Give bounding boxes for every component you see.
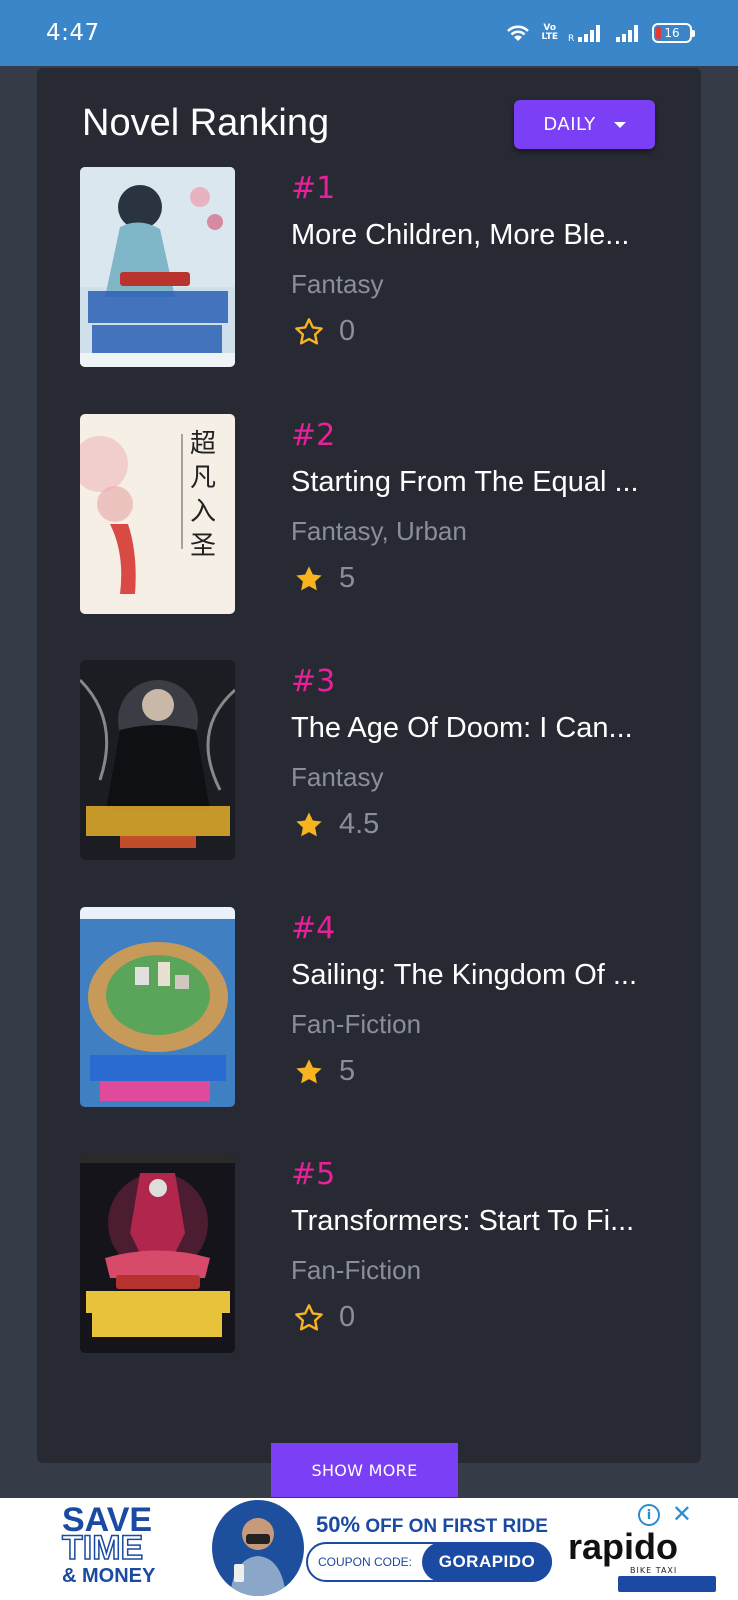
- ad-headline: SAVE TIME & MONEY: [61, 1503, 156, 1590]
- show-more-button[interactable]: SHOW MORE: [271, 1443, 458, 1497]
- battery-icon: 16: [652, 23, 695, 43]
- ad-coupon: COUPON CODE: GORAPIDO: [306, 1542, 552, 1582]
- ad-offer-text: OFF ON FIRST RIDE: [365, 1516, 548, 1537]
- novel-rank: #5: [291, 1157, 336, 1192]
- star-filled-icon: [296, 1058, 322, 1083]
- novel-rank: #2: [291, 418, 336, 453]
- svg-text:超: 超: [190, 429, 216, 459]
- svg-text:入: 入: [190, 497, 216, 527]
- rating-row: 0: [293, 315, 355, 348]
- novel-item[interactable]: #1 More Children, More Ble... Fantasy 0: [80, 167, 660, 367]
- novel-rating: 5: [339, 562, 356, 594]
- novel-item[interactable]: #3 The Age Of Doom: I Can... Fantasy 4.5: [80, 660, 660, 860]
- ad-offer-percent: 50%: [316, 1512, 361, 1537]
- status-icons: Vo LTE R 16: [505, 23, 695, 43]
- ad-banner[interactable]: SAVE TIME & MONEY 50% OFF ON FIRST RIDE …: [0, 1498, 738, 1600]
- novel-rank: #1: [291, 171, 336, 206]
- novel-rank: #4: [291, 911, 336, 946]
- rating-row: 4.5: [293, 808, 379, 841]
- novel-genre: Fan-Fiction: [291, 1255, 422, 1285]
- novel-rating: 4.5: [339, 808, 380, 840]
- caret-down-icon: [613, 121, 626, 128]
- novel-genre: Fantasy: [291, 762, 384, 792]
- novel-title[interactable]: Transformers: Start To Fi...: [291, 1205, 671, 1238]
- close-icon[interactable]: ✕: [672, 1500, 692, 1528]
- novel-cover[interactable]: [80, 167, 235, 367]
- page-title: Novel Ranking: [82, 102, 330, 144]
- period-dropdown[interactable]: DAILY: [514, 100, 655, 149]
- period-label: DAILY: [543, 114, 596, 135]
- ad-coupon-code: GORAPIDO: [422, 1542, 552, 1582]
- star-filled-icon: [296, 565, 322, 590]
- novel-item[interactable]: 超 凡 入 圣 #2 Starting From The Equal ... F…: [80, 414, 660, 614]
- novel-genre: Fan-Fiction: [291, 1009, 422, 1039]
- svg-text:R: R: [568, 34, 574, 43]
- rating-row: 0: [293, 1301, 355, 1334]
- novel-title[interactable]: Starting From The Equal ...: [291, 466, 671, 499]
- battery-level: 16: [664, 26, 680, 40]
- ad-headline-3: & MONEY: [62, 1565, 156, 1587]
- status-bar: 4:47 Vo LTE R 16: [0, 0, 738, 66]
- svg-text:凡: 凡: [190, 463, 216, 493]
- star-outline-icon: [295, 1303, 323, 1331]
- star-filled-icon: [296, 811, 322, 836]
- novel-item[interactable]: #5 Transformers: Start To Fi... Fan-Fict…: [80, 1153, 660, 1353]
- novel-rating: 5: [339, 1055, 356, 1087]
- ad-brand-logo: rapido: [568, 1526, 679, 1567]
- ad-person-image: [212, 1500, 304, 1596]
- novel-title[interactable]: Sailing: The Kingdom Of ...: [291, 959, 671, 992]
- novel-title[interactable]: More Children, More Ble...: [291, 219, 671, 252]
- signal-icon-2: [616, 25, 638, 42]
- ad-store-badge: [618, 1576, 716, 1592]
- ad-headline-2: TIME: [61, 1529, 144, 1567]
- novel-cover[interactable]: [80, 907, 235, 1107]
- status-time: 4:47: [46, 20, 100, 46]
- novel-genre: Fantasy: [291, 269, 384, 299]
- signal-icon-1: R: [568, 25, 600, 43]
- ad-content[interactable]: SAVE TIME & MONEY 50% OFF ON FIRST RIDE …: [40, 1498, 716, 1600]
- ad-brand-sub: BIKE TAXI: [630, 1566, 678, 1575]
- svg-text:圣: 圣: [190, 531, 216, 561]
- star-outline-icon: [295, 317, 323, 345]
- wifi-icon: [507, 25, 530, 41]
- novel-cover[interactable]: [80, 1153, 235, 1353]
- novel-title[interactable]: The Age Of Doom: I Can...: [291, 712, 671, 745]
- rating-row: 5: [293, 1055, 355, 1088]
- rating-row: 5: [293, 562, 355, 595]
- info-icon[interactable]: i: [638, 1504, 660, 1526]
- novel-item[interactable]: #4 Sailing: The Kingdom Of ... Fan-Ficti…: [80, 907, 660, 1107]
- novel-genre: Fantasy, Urban: [291, 516, 467, 546]
- volte-icon: Vo LTE: [541, 23, 558, 42]
- novel-rating: 0: [339, 1301, 356, 1333]
- ranking-card: Novel Ranking DAILY #1 More Children, Mo…: [37, 68, 701, 1463]
- ad-offer: 50% OFF ON FIRST RIDE: [316, 1512, 548, 1538]
- novel-rating: 0: [339, 315, 356, 347]
- ad-coupon-label: COUPON CODE:: [318, 1555, 413, 1569]
- novel-cover[interactable]: [80, 660, 235, 860]
- novel-rank: #3: [291, 664, 336, 699]
- novel-cover[interactable]: 超 凡 入 圣: [80, 414, 235, 614]
